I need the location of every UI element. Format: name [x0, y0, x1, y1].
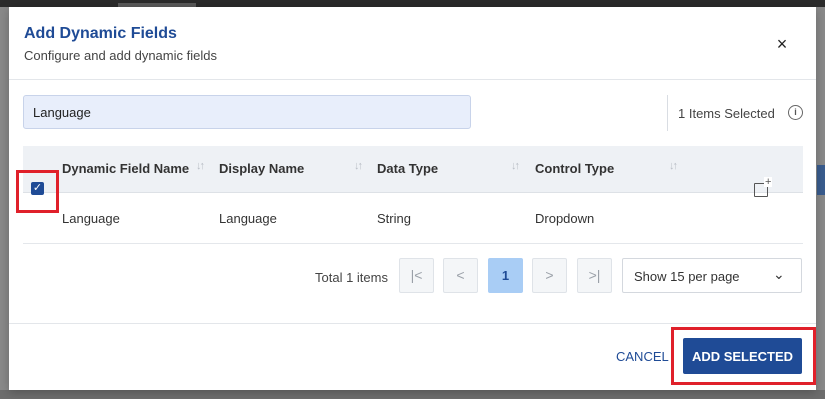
close-icon[interactable]: × [771, 33, 793, 55]
dialog-header: Add Dynamic Fields Configure and add dyn… [9, 7, 816, 80]
per-page-label: Show 15 per page [634, 269, 740, 284]
cell-data-type: String [377, 211, 411, 226]
sort-icon[interactable]: ↓↑ [669, 160, 678, 172]
last-page-button[interactable]: >| [577, 258, 612, 293]
add-dynamic-fields-dialog: Add Dynamic Fields Configure and add dyn… [9, 7, 816, 390]
sort-icon[interactable]: ↓↑ [196, 160, 205, 172]
cell-field-name: Language [62, 211, 120, 226]
cancel-button[interactable]: CANCEL [616, 349, 669, 364]
checkbox-highlight [16, 170, 59, 213]
add-selected-highlight [671, 327, 816, 385]
background-right-strip [816, 7, 825, 399]
total-items: Total 1 items [315, 270, 388, 285]
prev-page-button[interactable]: < [443, 258, 478, 293]
sort-icon[interactable]: ↓↑ [511, 160, 520, 172]
chevron-down-icon: ⌄ [773, 266, 785, 282]
add-field-plus-icon: + [764, 176, 773, 188]
info-icon[interactable]: i [788, 105, 803, 120]
dialog-title: Add Dynamic Fields [24, 25, 177, 42]
sort-icon[interactable]: ↓↑ [354, 160, 363, 172]
background-left-strip [0, 7, 9, 399]
page-1-button[interactable]: 1 [488, 258, 523, 293]
column-header-display-name[interactable]: Display Name [219, 161, 304, 176]
column-header-field-name[interactable]: Dynamic Field Name [62, 161, 189, 176]
per-page-select[interactable]: Show 15 per page ⌄ [622, 258, 802, 293]
column-header-control-type[interactable]: Control Type [535, 161, 614, 176]
next-page-button[interactable]: > [532, 258, 567, 293]
background-right-accent [817, 165, 825, 195]
cell-control-type: Dropdown [535, 211, 595, 226]
selected-count: 1 Items Selected [678, 106, 775, 121]
cell-display-name: Language [219, 211, 277, 226]
table-header: Dynamic Field Name ↓↑ Display Name ↓↑ Da… [23, 146, 803, 193]
search-input[interactable] [23, 95, 471, 129]
footer-divider [9, 323, 816, 324]
toolbar-divider [667, 95, 668, 131]
first-page-button[interactable]: |< [399, 258, 434, 293]
table-row[interactable]: Language Language String Dropdown [23, 193, 803, 244]
column-header-data-type[interactable]: Data Type [377, 161, 438, 176]
dialog-subtitle: Configure and add dynamic fields [24, 48, 217, 63]
background-bottom-strip [0, 390, 825, 399]
